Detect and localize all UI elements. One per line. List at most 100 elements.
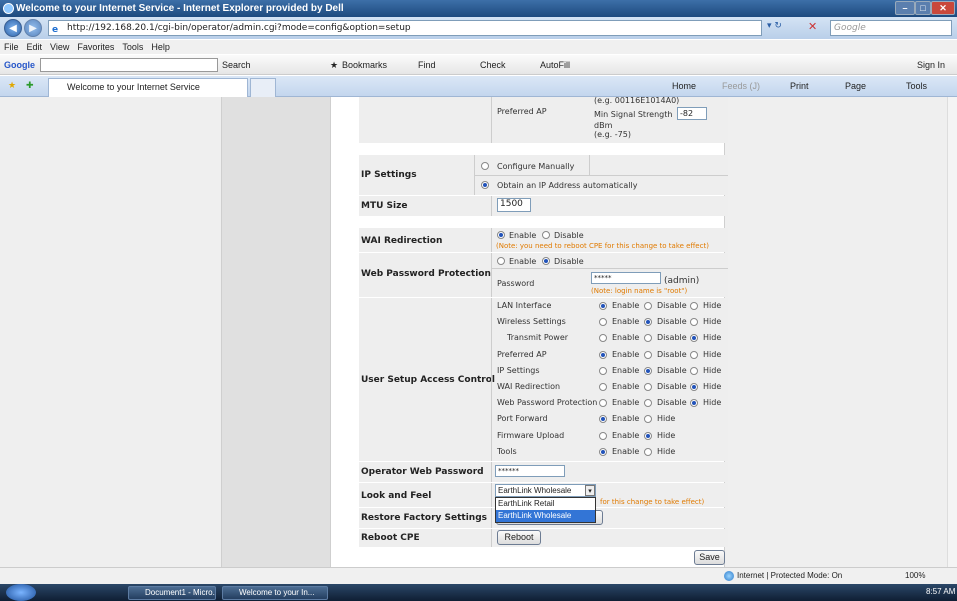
left-column — [0, 97, 221, 567]
usac-radio-disable[interactable] — [644, 366, 652, 375]
print-button[interactable]: Print — [790, 81, 809, 91]
maximize-button[interactable]: □ — [915, 1, 931, 15]
usac-radio-hide[interactable] — [644, 447, 652, 456]
home-button[interactable]: Home — [672, 81, 696, 91]
google-toolbar: Google Search ★ Bookmarks Find Check Aut… — [0, 55, 957, 75]
wai-disable-label: Disable — [554, 231, 584, 240]
usac-item-label: IP Settings — [497, 365, 540, 375]
wai-disable-radio[interactable] — [542, 231, 550, 239]
usac-radio-enable[interactable] — [599, 366, 607, 375]
usac-radio-enable[interactable] — [599, 431, 607, 440]
address-input[interactable]: e http://192.168.20.1/cgi-bin/operator/a… — [48, 20, 762, 36]
search-input[interactable]: Google — [830, 20, 952, 36]
vertical-scrollbar[interactable] — [947, 97, 957, 567]
usac-radio-enable[interactable] — [599, 383, 607, 391]
usac-option-label: Enable — [612, 333, 640, 343]
chevron-down-icon[interactable]: ▾ — [585, 485, 595, 496]
usac-option-label: Hide — [657, 414, 676, 424]
webpw-enable-radio[interactable] — [497, 257, 505, 265]
wai-enable-radio[interactable] — [497, 231, 505, 239]
usac-option-label: Enable — [612, 301, 640, 310]
start-button[interactable] — [6, 584, 36, 601]
usac-radio-enable[interactable] — [599, 350, 607, 359]
menu-favorites[interactable]: Favorites — [77, 42, 114, 52]
add-favorite-icon[interactable]: ✚ — [26, 80, 34, 91]
usac-item-label: Web Password Protection — [497, 398, 598, 408]
usac-radio-enable[interactable] — [599, 302, 607, 310]
favorites-star-icon[interactable]: ★ — [8, 80, 16, 91]
zoom-text[interactable]: 100% — [905, 571, 925, 580]
minimize-button[interactable]: – — [895, 1, 915, 15]
usac-radio-hide[interactable] — [690, 350, 698, 359]
ip-manual-label: Configure Manually — [497, 162, 575, 171]
operator-password-input[interactable]: ****** — [495, 465, 565, 477]
usac-option-label: Disable — [657, 365, 687, 375]
forward-button[interactable]: ▶ — [24, 19, 42, 37]
ip-auto-radio[interactable] — [481, 181, 489, 189]
usac-option-label: Disable — [657, 333, 687, 343]
dropdown-option-wholesale[interactable]: EarthLink Wholesale — [496, 510, 595, 522]
browser-tab[interactable]: Welcome to your Internet Service — [48, 78, 248, 97]
back-button[interactable]: ◀ — [4, 19, 22, 37]
save-button[interactable]: Save — [694, 550, 725, 565]
menu-view[interactable]: View — [50, 42, 69, 52]
usac-option-label: Enable — [612, 430, 640, 440]
bookmarks-button[interactable]: Bookmarks — [342, 55, 387, 75]
google-search-button[interactable]: Search — [222, 55, 251, 75]
usac-radio-hide[interactable] — [644, 431, 652, 440]
reboot-button[interactable]: Reboot — [497, 530, 541, 545]
page-button[interactable]: Page — [845, 81, 866, 91]
tools-button[interactable]: Tools — [906, 81, 927, 91]
usac-radio-hide[interactable] — [690, 383, 698, 391]
feeds-button[interactable]: Feeds (J) — [722, 81, 760, 91]
usac-item-label: Tools — [497, 446, 517, 456]
usac-option-label: Hide — [703, 382, 722, 391]
min-signal-input[interactable]: -82 — [677, 107, 707, 120]
usac-radio-disable[interactable] — [644, 350, 652, 359]
usac-radio-hide[interactable] — [690, 302, 698, 310]
ie-icon — [3, 3, 14, 14]
webpw-disable-radio[interactable] — [542, 257, 550, 265]
usac-radio-disable[interactable] — [644, 302, 652, 310]
mtu-input[interactable]: 1500 — [497, 198, 531, 212]
dropdown-option-retail[interactable]: EarthLink Retail — [496, 498, 595, 510]
ip-auto-label: Obtain an IP Address automatically — [497, 181, 638, 190]
min-signal-eg: (e.g. -75) — [594, 130, 631, 139]
usac-radio-hide[interactable] — [690, 366, 698, 375]
ip-settings-label: IP Settings — [361, 170, 417, 180]
usac-option-label: Hide — [703, 301, 722, 310]
taskbar-item-browser[interactable]: Welcome to your In... — [222, 586, 328, 600]
sign-in-link[interactable]: Sign In — [917, 55, 945, 75]
taskbar: Document1 - Micro... Welcome to your In.… — [0, 584, 957, 601]
usac-option-label: Hide — [703, 398, 722, 408]
tab-bar: ★ ✚ Welcome to your Internet Service Hom… — [0, 76, 957, 97]
taskbar-item-document[interactable]: Document1 - Micro... — [128, 586, 216, 600]
menu-help[interactable]: Help — [151, 42, 170, 52]
usac-option-label: Enable — [612, 414, 640, 424]
ip-manual-radio[interactable] — [481, 162, 489, 170]
new-tab-button[interactable] — [250, 78, 276, 97]
usac-option-label: Hide — [657, 446, 676, 456]
close-button[interactable]: ✕ — [931, 1, 955, 15]
webpw-note: (Note: login name is "root") — [591, 287, 688, 295]
check-button[interactable]: Check — [480, 55, 506, 75]
menu-edit[interactable]: Edit — [27, 42, 43, 52]
password-input[interactable]: ***** — [591, 272, 661, 284]
wai-label: WAI Redirection — [361, 236, 443, 246]
autofill-button[interactable]: AutoFill — [540, 55, 570, 75]
refresh-icon[interactable]: ▾ ↻ — [767, 21, 782, 31]
google-search-input[interactable] — [40, 58, 218, 72]
menu-tools[interactable]: Tools — [122, 42, 143, 52]
usac-radio-disable[interactable] — [644, 383, 652, 391]
usac-radio-enable[interactable] — [599, 447, 607, 456]
usac-option-label: Disable — [657, 317, 687, 327]
find-button[interactable]: Find — [418, 55, 436, 75]
usac-label: User Setup Access Control — [361, 375, 496, 385]
bookmarks-star-icon[interactable]: ★ — [330, 55, 338, 75]
stop-icon[interactable]: ✕ — [808, 20, 817, 33]
look-and-feel-dropdown-list[interactable]: EarthLink Retail EarthLink Wholesale — [495, 497, 596, 523]
menu-bar: File Edit View Favorites Tools Help — [0, 40, 957, 54]
look-and-feel-select[interactable]: EarthLink Wholesale — [495, 484, 596, 497]
menu-file[interactable]: File — [4, 42, 19, 52]
usac-item-label: Firmware Upload — [497, 430, 565, 440]
